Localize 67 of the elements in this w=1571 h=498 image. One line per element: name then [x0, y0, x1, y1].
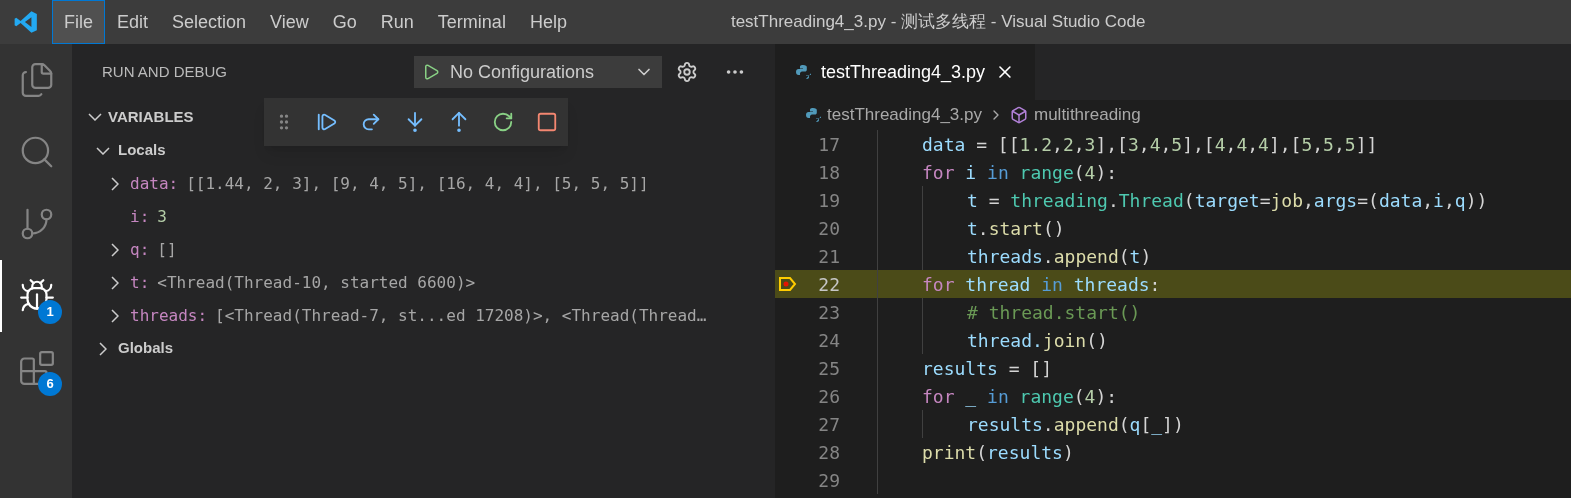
line-number: 24 — [817, 328, 840, 353]
line-number: 25 — [817, 356, 840, 381]
module-icon — [1010, 106, 1028, 124]
python-icon — [805, 107, 821, 123]
variable-name: threads: — [130, 304, 208, 327]
scope-label[interactable]: Locals — [118, 139, 166, 162]
activity-bar-item[interactable]: 6 — [0, 332, 72, 404]
editor-tab[interactable]: testThreading4_3.py — [775, 44, 1035, 100]
line-number: 28 — [817, 440, 840, 465]
scope-label[interactable]: Globals — [118, 337, 173, 360]
line-number: 18 — [817, 160, 840, 185]
restart-icon[interactable] — [492, 111, 514, 133]
code-line: # thread.start() — [967, 300, 1141, 325]
variable-value: [] — [157, 238, 177, 261]
line-number: 20 — [817, 216, 840, 241]
menu-item[interactable]: Help — [517, 0, 579, 44]
breadcrumb-item[interactable]: multithreading — [1034, 102, 1141, 128]
menu-item[interactable]: Edit — [105, 0, 161, 44]
count-badge: 6 — [38, 372, 62, 396]
menu-item[interactable]: File — [52, 0, 105, 44]
line-number: 21 — [817, 244, 840, 269]
variable-value: 3 — [157, 205, 167, 228]
line-number: 22 — [817, 272, 840, 297]
variable-value: <Thread(Thread-10, started 6600)> — [157, 271, 476, 294]
variable-name: data: — [130, 172, 179, 195]
line-number: 23 — [817, 300, 840, 325]
python-icon — [795, 64, 811, 80]
menu-item[interactable]: Selection — [160, 0, 259, 44]
window-title: testThreading4_3.py - 测试多线程 - Visual Studio Code — [730, 11, 1146, 34]
variable-name: i: — [130, 205, 150, 228]
variable-value: [[1.44, 2, 3], [9, 4, 5], [16, 4, 4], [5, 5, 5]] — [186, 172, 649, 195]
section-header[interactable]: VARIABLES — [108, 105, 194, 129]
code-line: data = [[1.2,2,3],[3,4,5],[4,4,4],[5,5,5]] — [922, 132, 1378, 157]
variable-name: t: — [130, 271, 150, 294]
code-line: t.start() — [967, 216, 1065, 241]
play-icon — [422, 63, 440, 81]
line-number: 26 — [817, 384, 840, 409]
step-over-icon[interactable] — [360, 111, 382, 133]
line-number: 29 — [817, 468, 840, 493]
line-number: 17 — [817, 132, 840, 157]
breakpoint-pointer-icon — [778, 277, 797, 291]
settings-icon[interactable] — [676, 61, 698, 83]
code-line: threads.append(t) — [967, 244, 1152, 269]
breadcrumb-item[interactable]: testThreading4_3.py — [827, 102, 982, 128]
code-line: print(results) — [922, 440, 1074, 465]
line-number: 19 — [817, 188, 840, 213]
continue-icon[interactable] — [316, 111, 338, 133]
menu-item[interactable]: Terminal — [425, 0, 518, 44]
sidebar-title: RUN AND DEBUG — [102, 61, 229, 82]
stop-icon[interactable] — [536, 111, 558, 133]
code-line: for thread in threads: — [922, 272, 1161, 297]
variable-value: [<Thread(Thread-7, st...ed 17208)>, <Thread(Thread… — [215, 304, 707, 327]
configuration-dropdown[interactable]: No Configurations — [414, 56, 662, 88]
code-line: t = threading.Thread(target=job,args=(data,i,q)) — [967, 188, 1488, 213]
code-line: thread.join() — [967, 328, 1108, 353]
code-line: results.append(q[_]) — [967, 412, 1184, 437]
blocks-icon — [18, 349, 56, 387]
count-badge: 1 — [38, 300, 62, 324]
code-line: for _ in range(4): — [922, 384, 1118, 409]
app-logo-icon — [13, 9, 39, 35]
variable-name: q: — [130, 238, 150, 261]
code-line: results = [] — [922, 356, 1053, 381]
menu-item[interactable]: Go — [320, 0, 369, 44]
menu-item[interactable]: Run — [368, 0, 426, 44]
line-number: 27 — [817, 412, 840, 437]
menu-item[interactable]: View — [258, 0, 321, 44]
code-line: for i in range(4): — [922, 160, 1118, 185]
